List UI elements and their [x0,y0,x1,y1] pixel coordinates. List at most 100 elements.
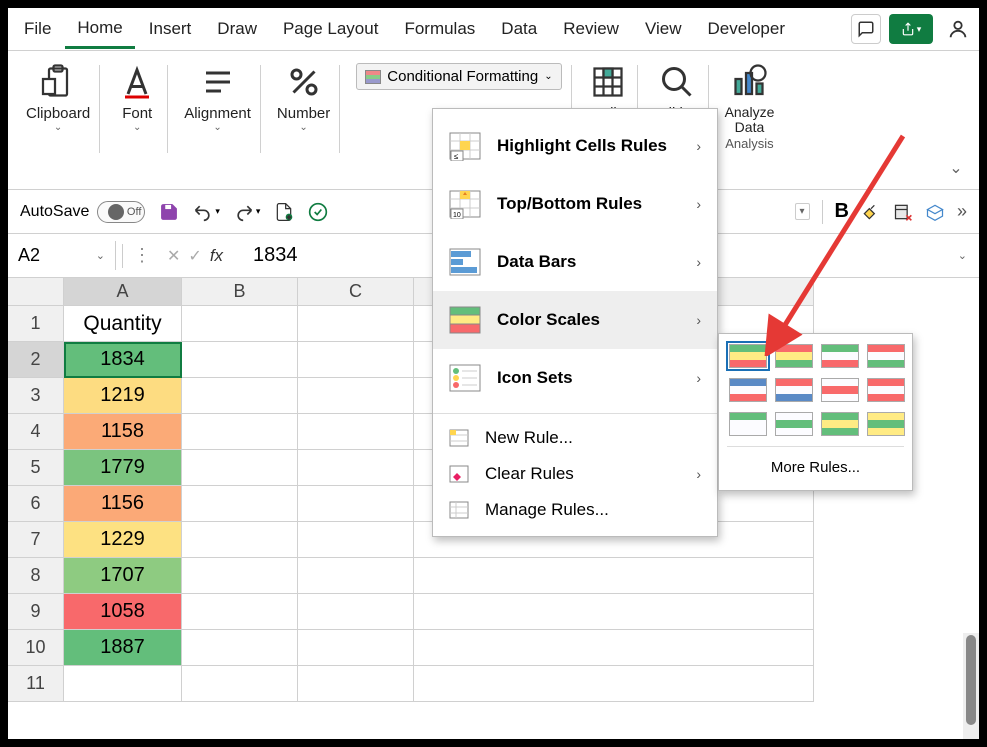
collapse-ribbon-button[interactable]: ⌄ [945,157,967,179]
share-button[interactable]: ▾ [889,14,933,44]
cell[interactable] [182,306,298,342]
color-scale-option[interactable] [821,378,859,402]
cell[interactable]: 1229 [64,522,182,558]
cell[interactable] [182,342,298,378]
cell[interactable]: 1219 [64,378,182,414]
col-header-a[interactable]: A [64,278,182,306]
menu-manage-rules[interactable]: Manage Rules... [433,492,717,528]
menu-icon-sets[interactable]: Icon Sets › [433,349,717,407]
color-scale-option[interactable] [821,344,859,368]
row-header[interactable]: 9 [8,594,64,630]
color-scale-option[interactable] [775,344,813,368]
row-header[interactable]: 1 [8,306,64,342]
more-rules-button[interactable]: More Rules... [727,446,904,482]
expand-formula-button[interactable]: ⌄ [946,249,979,262]
cell[interactable]: 1058 [64,594,182,630]
cell[interactable] [414,594,814,630]
delete-sheet-icon[interactable] [893,202,913,222]
menu-clear-rules[interactable]: Clear Rules › [433,456,717,492]
save-icon[interactable] [159,202,179,222]
select-all-corner[interactable] [8,278,64,306]
menu-color-scales[interactable]: Color Scales › [433,291,717,349]
menu-new-rule[interactable]: New Rule... [433,420,717,456]
format-painter-icon[interactable] [861,202,881,222]
row-header[interactable]: 10 [8,630,64,666]
row-header[interactable]: 8 [8,558,64,594]
cell[interactable] [182,630,298,666]
tab-data[interactable]: Data [489,11,549,47]
cell[interactable] [182,522,298,558]
cancel-icon[interactable]: ✕ [167,246,180,266]
color-scale-option[interactable] [775,412,813,436]
user-icon[interactable] [947,18,969,40]
row-header[interactable]: 5 [8,450,64,486]
cell[interactable]: 1887 [64,630,182,666]
check-icon[interactable] [308,202,328,222]
menu-top-bottom-rules[interactable]: 10 Top/Bottom Rules › [433,175,717,233]
cell[interactable] [182,666,298,702]
color-scale-option[interactable] [867,378,905,402]
group-alignment[interactable]: Alignment ⌄ [174,57,261,183]
cell[interactable] [414,558,814,594]
cell[interactable] [182,558,298,594]
tab-view[interactable]: View [633,11,694,47]
enter-icon[interactable]: ✓ [188,246,201,266]
cell[interactable] [298,522,414,558]
row-header[interactable]: 7 [8,522,64,558]
color-scale-option[interactable] [867,412,905,436]
vertical-scrollbar[interactable] [963,633,979,739]
cell[interactable] [298,630,414,666]
tab-developer[interactable]: Developer [696,11,798,47]
group-clipboard[interactable]: Clipboard ⌄ [16,57,100,183]
tab-review[interactable]: Review [551,11,631,47]
cell[interactable] [64,666,182,702]
row-header[interactable]: 4 [8,414,64,450]
redo-button[interactable]: ▾ [234,202,261,222]
cell[interactable]: 1834 [64,342,182,378]
dropdown-indicator[interactable]: ▾ [795,203,810,220]
color-scale-option[interactable] [729,412,767,436]
color-scale-option[interactable] [729,344,767,368]
comments-button[interactable] [851,14,881,44]
cell[interactable] [298,414,414,450]
cell[interactable] [182,378,298,414]
row-header[interactable]: 11 [8,666,64,702]
tab-home[interactable]: Home [65,10,134,49]
color-scale-option[interactable] [775,378,813,402]
cell[interactable]: 1779 [64,450,182,486]
autosave-toggle[interactable]: AutoSave Off [20,201,145,223]
new-file-icon[interactable]: + [274,202,294,222]
cell[interactable] [298,594,414,630]
formula-input[interactable]: 1834 [235,244,316,267]
menu-highlight-cells-rules[interactable]: ≤ Highlight Cells Rules › [433,117,717,175]
cell[interactable] [298,342,414,378]
cell[interactable]: 1158 [64,414,182,450]
cell[interactable] [298,378,414,414]
color-scale-option[interactable] [729,378,767,402]
more-commands-button[interactable]: » [957,201,967,222]
col-header-b[interactable]: B [182,278,298,306]
bold-button[interactable]: B [835,200,849,223]
tab-file[interactable]: File [12,11,63,47]
undo-button[interactable]: ▾ [193,202,220,222]
row-header[interactable]: 6 [8,486,64,522]
tab-pagelayout[interactable]: Page Layout [271,11,390,47]
cell[interactable]: 1156 [64,486,182,522]
menu-data-bars[interactable]: Data Bars › [433,233,717,291]
tab-insert[interactable]: Insert [137,11,204,47]
color-scale-option[interactable] [867,344,905,368]
cell[interactable] [298,486,414,522]
conditional-formatting-button[interactable]: Conditional Formatting ⌄ [356,63,561,90]
tab-draw[interactable]: Draw [205,11,269,47]
col-header-c[interactable]: C [298,278,414,306]
cell[interactable] [298,666,414,702]
cell[interactable]: 1707 [64,558,182,594]
fx-icon[interactable]: fx [210,246,223,266]
cell[interactable]: Quantity [64,306,182,342]
cell[interactable] [182,486,298,522]
cell[interactable] [182,414,298,450]
group-number[interactable]: Number ⌄ [267,57,340,183]
cell[interactable] [182,594,298,630]
cell[interactable] [182,450,298,486]
name-box[interactable]: A2⌄ [8,241,116,270]
